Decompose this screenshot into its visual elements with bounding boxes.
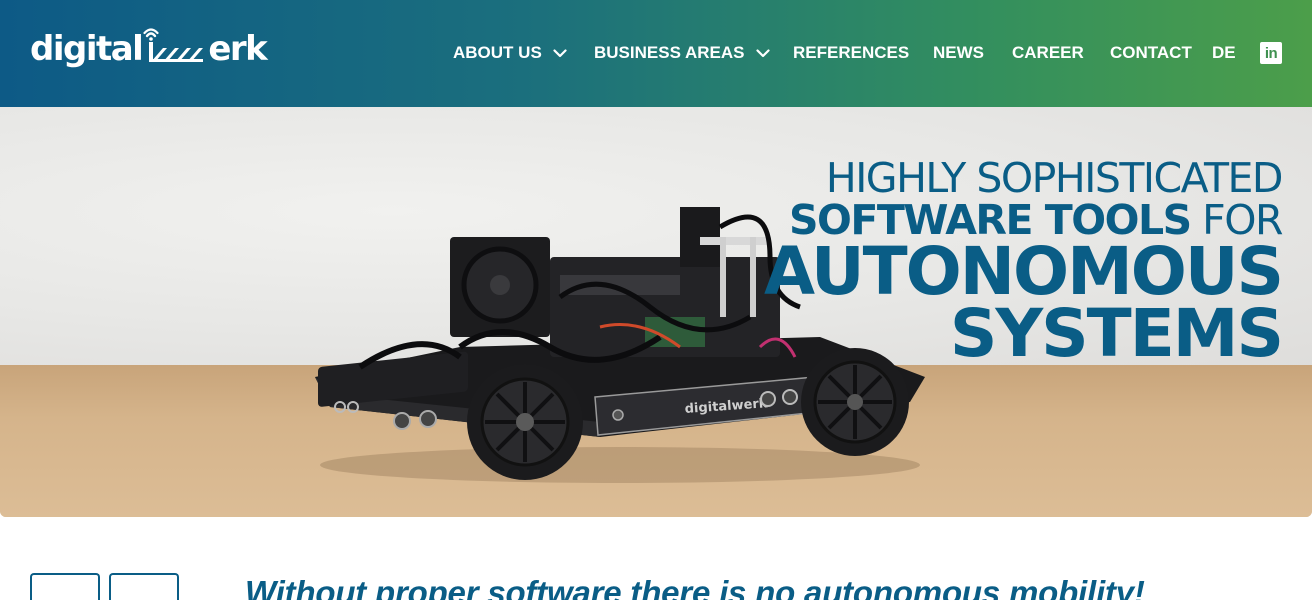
hero-banner: digitalwerk HIGHLY SOPHISTICATED SOFTWAR… [0, 107, 1312, 517]
linkedin-icon[interactable]: in [1260, 42, 1282, 64]
nav-item-label: CAREER [1012, 43, 1084, 62]
intro-heading: Without proper software there is no auto… [245, 574, 1145, 600]
hero-headline-line1: HIGHLY SOPHISTICATED [825, 154, 1284, 202]
nav-item-label: NEWS [933, 43, 984, 62]
nav-item-label: ABOUT US [453, 43, 542, 62]
hero-headline-line4: SYSTEMS [949, 295, 1284, 372]
nav-item-label: CONTACT [1110, 43, 1192, 62]
hero-headline: HIGHLY SOPHISTICATED SOFTWARE TOOLS FOR … [763, 154, 1284, 372]
logo-text-suffix: erk [208, 29, 267, 69]
logo-link[interactable]: digital erk [30, 28, 268, 69]
linkedin-glyph: in [1264, 45, 1278, 62]
language-switch[interactable]: DE [1212, 43, 1236, 63]
nav-item-label: REFERENCES [793, 43, 910, 62]
site-header: digital erk ABOUT US BUSINESS AREAS REFE… [0, 0, 1312, 107]
nav-item-contact[interactable]: CONTACT [1110, 43, 1192, 63]
nav-item-references[interactable]: REFERENCES [793, 43, 909, 63]
nav-item-career[interactable]: CAREER [1012, 43, 1084, 63]
nav-item-label: BUSINESS AREAS [594, 43, 745, 62]
chevron-down-icon [755, 48, 770, 57]
logo-mark-icon [143, 28, 204, 62]
intro-box-right [109, 573, 179, 600]
chevron-down-icon [553, 48, 567, 57]
logo-text-prefix: digital [30, 29, 144, 69]
hero-headline-line3: AUTONOMOUS [763, 233, 1284, 310]
nav-item-about-us[interactable]: ABOUT US [453, 43, 567, 63]
nav-item-news[interactable]: NEWS [933, 43, 984, 63]
language-label: DE [1212, 43, 1236, 62]
intro-box-left [30, 573, 100, 600]
nav-item-business-areas[interactable]: BUSINESS AREAS [594, 43, 770, 63]
